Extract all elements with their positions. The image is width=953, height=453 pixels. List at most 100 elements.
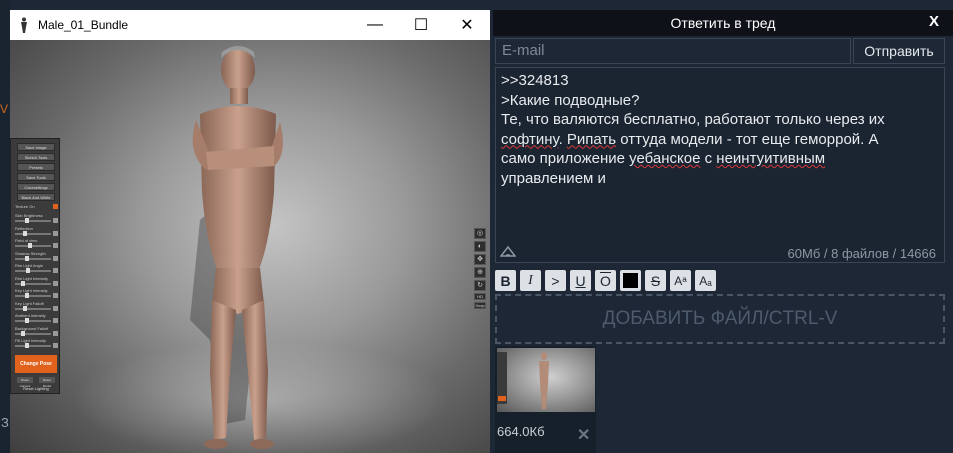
app-figure-icon — [21, 17, 27, 33]
camera-icon[interactable]: ◎ — [474, 228, 486, 239]
slider-label: Fill Light Intensity — [15, 338, 46, 343]
file-dropzone[interactable]: ДОБАВИТЬ ФАЙЛ/CTRL-V — [495, 294, 945, 344]
reply-close-button[interactable]: X — [929, 13, 939, 30]
upload-limits-text: 60Мб / 8 файлов / 14666 — [787, 246, 936, 261]
slider-label: Rim Light Angle — [15, 263, 44, 268]
light-slider[interactable] — [15, 330, 51, 336]
light-slider[interactable] — [15, 343, 51, 348]
strikethrough-button[interactable]: S — [645, 270, 666, 291]
slider-reset[interactable] — [53, 330, 58, 336]
minimize-button[interactable]: — — [352, 10, 398, 40]
window-title: Male_01_Bundle — [38, 18, 129, 32]
message-line: само приложение уебанское с неинтуитивны… — [501, 149, 941, 169]
underline-button[interactable]: U — [570, 270, 591, 291]
slider-reset[interactable] — [53, 305, 58, 311]
slider-knob[interactable] — [27, 243, 32, 248]
window-close-button[interactable]: ✕ — [444, 10, 490, 40]
hd-button[interactable]: HD — [474, 293, 486, 300]
reset-model-button[interactable]: Reset Model — [39, 377, 55, 388]
misspelled-word: софтину — [501, 130, 559, 148]
message-text: >>324813 >Какие подводные? Те, что валяю… — [501, 71, 941, 188]
light-slider[interactable] — [15, 268, 51, 273]
italic-button[interactable]: I — [520, 270, 541, 291]
viewer-tool-panel: Save Image Sketch Tools Presets Save Too… — [10, 138, 60, 394]
window-titlebar[interactable]: Male_01_Bundle — ☐ ✕ — [10, 10, 490, 40]
light-slider[interactable] — [15, 280, 51, 286]
reset-camera-button[interactable]: Reset Camera — [17, 377, 33, 388]
bold-button[interactable]: B — [495, 270, 516, 291]
message-line: >>324813 — [501, 72, 569, 89]
slider-knob[interactable] — [21, 330, 26, 336]
attachment-thumbnail[interactable] — [497, 348, 595, 412]
presets-button[interactable]: Presets — [17, 163, 55, 171]
message-line: софтину. Рипать оттуда модели - тот еще … — [501, 130, 941, 150]
slider-reset[interactable] — [53, 280, 58, 286]
email-field[interactable]: E-mail — [495, 38, 851, 64]
send-button[interactable]: Отправить — [853, 38, 945, 64]
desktop: V З Male_01_Bundle — ☐ ✕ Save Image Sket… — [0, 0, 953, 453]
slider-knob[interactable] — [24, 343, 29, 348]
slider-label: Skin Brightness — [15, 213, 43, 218]
slider-reset[interactable] — [53, 293, 58, 298]
remove-attachment-icon[interactable]: ✕ — [577, 425, 590, 445]
light-slider[interactable] — [15, 318, 51, 323]
light-slider[interactable] — [15, 305, 51, 311]
message-line: управлением и — [501, 169, 606, 187]
thumb-pose-button — [498, 396, 506, 401]
light-slider[interactable] — [15, 293, 51, 298]
slider-reset[interactable] — [53, 230, 58, 236]
save-image-button[interactable]: Save Image — [17, 143, 55, 151]
light-slider[interactable] — [15, 218, 51, 223]
move-icon[interactable]: ✥ — [474, 254, 486, 265]
slider-reset[interactable] — [53, 268, 58, 273]
colorsettings-button[interactable]: Colorsettings — [17, 183, 55, 191]
slider-knob[interactable] — [24, 293, 29, 298]
light-icon[interactable]: ◐ — [474, 241, 486, 252]
rotate-icon[interactable]: ↻ — [474, 280, 486, 291]
reset-lighting-button[interactable]: Reset Lighting — [17, 386, 55, 392]
slider-knob[interactable] — [21, 280, 26, 286]
slider-knob[interactable] — [24, 218, 29, 223]
slider-reset[interactable] — [53, 218, 58, 223]
reply-form: Ответить в тред X E-mail Отправить >>324… — [493, 10, 953, 453]
slider-reset[interactable] — [53, 318, 58, 323]
misspelled-word: уебанское — [629, 150, 701, 167]
slider-reset[interactable] — [53, 255, 58, 261]
texture-toggle[interactable] — [53, 204, 58, 209]
slider-reset[interactable] — [53, 243, 58, 248]
reply-form-title: Ответить в тред — [670, 15, 776, 31]
texture-toggle-label: Texture On — [15, 204, 35, 209]
slider-label: Ambient Intensity — [15, 313, 46, 318]
background-edge-letter: V — [0, 102, 9, 116]
slider-knob[interactable] — [26, 268, 31, 273]
model-viewport[interactable]: Save Image Sketch Tools Presets Save Too… — [10, 40, 490, 453]
slider-knob[interactable] — [23, 230, 27, 236]
superscript-button[interactable]: Aᵃ — [670, 270, 691, 291]
reply-form-header[interactable]: Ответить в тред — [493, 10, 953, 36]
oekaki-icon[interactable] — [500, 244, 516, 258]
misspelled-word: неинтуитивным — [716, 150, 826, 167]
zoom-icon[interactable]: ⊕ — [474, 267, 486, 278]
slider-knob[interactable] — [23, 305, 27, 311]
background-edge-letter-2: З — [1, 415, 9, 430]
overline-button[interactable]: O — [595, 270, 616, 291]
viewer-side-icons: ◎ ◐ ✥ ⊕ ↻ HD Snap — [474, 228, 488, 311]
save-tools-button[interactable]: Save Tools — [17, 173, 55, 181]
spoiler-button[interactable] — [620, 270, 641, 291]
slider-knob[interactable] — [24, 318, 29, 323]
light-slider[interactable] — [15, 230, 51, 236]
message-text-fragment: само приложение — [501, 150, 630, 167]
change-pose-button[interactable]: Change Pose — [15, 355, 57, 373]
slider-knob[interactable] — [24, 255, 29, 261]
maximize-button[interactable]: ☐ — [398, 10, 444, 40]
black-and-white-button[interactable]: Black And White — [17, 193, 55, 201]
message-textarea[interactable]: >>324813 >Какие подводные? Те, что валяю… — [495, 67, 945, 263]
slider-label: Field of view — [15, 238, 38, 243]
snap-button[interactable]: Snap — [474, 302, 486, 309]
sketch-tools-button[interactable]: Sketch Tools — [17, 153, 55, 161]
quote-button[interactable]: > — [545, 270, 566, 291]
subscript-button[interactable]: Aₐ — [695, 270, 716, 291]
slider-reset[interactable] — [53, 343, 58, 348]
light-slider[interactable] — [15, 255, 51, 261]
light-slider[interactable] — [15, 243, 51, 248]
